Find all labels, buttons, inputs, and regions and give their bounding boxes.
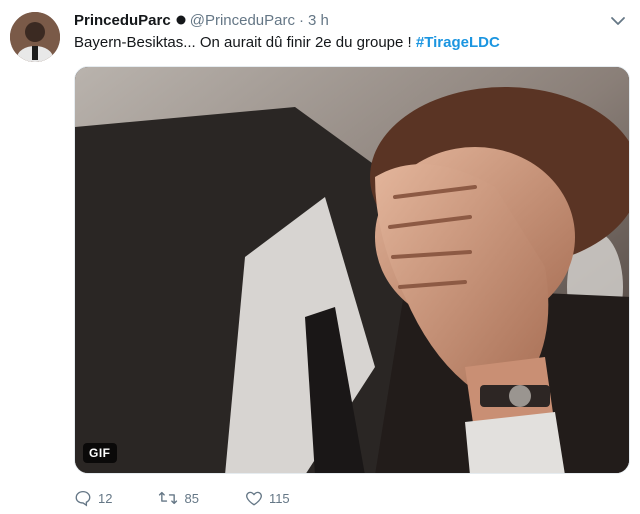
display-name[interactable]: PrinceduParc	[74, 12, 171, 29]
chevron-down-icon[interactable]	[610, 14, 626, 26]
hashtag-link[interactable]: #TirageLDC	[416, 34, 500, 51]
gif-media[interactable]: GIF	[74, 66, 630, 474]
tweet-body: Bayern-Besiktas... On aurait dû finir 2e…	[74, 34, 416, 51]
gif-frame-illustration	[75, 67, 629, 473]
reply-count: 12	[98, 490, 113, 506]
tweet-header: PrinceduParc @PrinceduParc · 3 h	[74, 10, 329, 30]
timestamp[interactable]: 3 h	[308, 12, 329, 29]
dot-badge-icon	[176, 15, 186, 25]
tweet-text: Bayern-Besiktas... On aurait dû finir 2e…	[74, 34, 500, 51]
retweet-icon	[159, 491, 178, 505]
retweet-button[interactable]: 85	[158, 489, 199, 507]
like-count: 115	[268, 490, 290, 506]
handle[interactable]: @PrinceduParc	[190, 12, 295, 29]
gif-badge: GIF	[83, 443, 117, 463]
like-button[interactable]: 115	[245, 489, 290, 507]
avatar[interactable]	[10, 12, 60, 62]
retweet-count: 85	[184, 490, 199, 506]
heart-icon	[246, 491, 262, 506]
reply-button[interactable]: 12	[74, 489, 112, 507]
tweet-actions: 12 85 115	[74, 489, 336, 507]
reply-icon	[75, 490, 91, 507]
separator: ·	[299, 11, 304, 29]
